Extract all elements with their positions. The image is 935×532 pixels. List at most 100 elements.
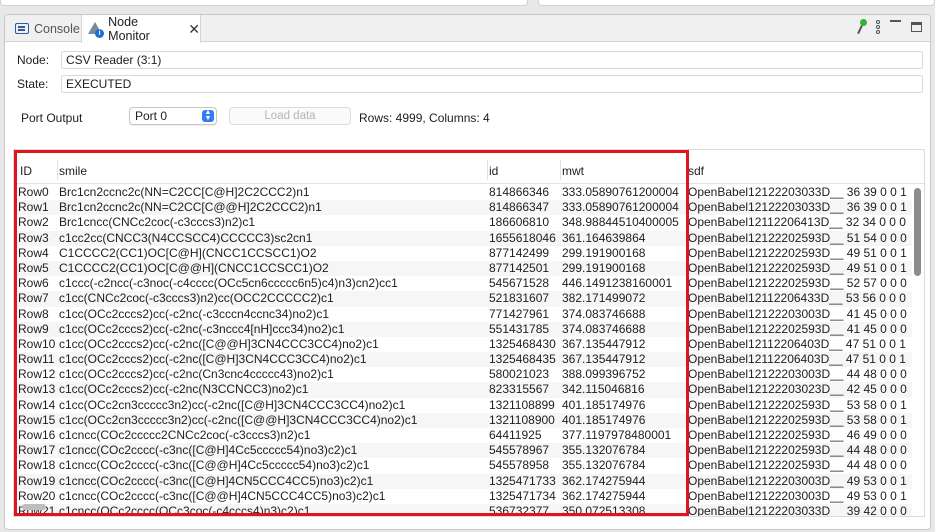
cell-smile: Brc1cn2ccnc2c(NN=C2CC[C@H]2C2CCC2)n1 <box>59 185 310 199</box>
cell-sdf: OpenBabel12112206403D__ 47 51 0 0 1 <box>688 336 906 351</box>
scrollbar-thumb[interactable] <box>914 188 921 276</box>
column-separator[interactable] <box>57 160 58 180</box>
table-row[interactable]: Row3 c1cc2cc(CNCC3(N4CCSCC4)CCCCC3)sc2cn1… <box>14 230 912 246</box>
table-row[interactable]: Row9 c1cc(OCc2cccs2)cc(-c2nc(-c3nccc4[nH]… <box>14 321 912 337</box>
table-row[interactable]: Row4 C1CCCC2(CC1)OC[C@H](CNCC1CCSCC1)O2 87… <box>14 246 912 261</box>
table-row[interactable]: Row5 C1CCCC2(CC1)OC[C@@H](CNCC1CCSCC1)O2 8… <box>14 260 912 277</box>
cell-mwt: 401.185174976 <box>562 397 646 412</box>
cell-row-id: Row13 <box>18 382 56 397</box>
cell-sdf: OpenBabel12122202593D__ 44 48 0 0 0 <box>688 458 907 473</box>
cell-mwt: 348.98844510400005 <box>562 215 679 230</box>
node-field[interactable]: CSV Reader (3:1) <box>61 51 923 69</box>
cell-row-id: Row5 <box>18 260 49 275</box>
load-data-button[interactable]: Load data <box>229 107 351 125</box>
column-header-smile[interactable]: smile <box>59 164 87 178</box>
table-row[interactable]: Row13 c1cc(OCc2cccs2)cc(-c2nc(N3CCNCC3)no… <box>14 382 912 398</box>
cell-mwt: 367.135447912 <box>562 352 646 367</box>
table-row[interactable]: Row18 c1cncc(COc2cccc(-c3nc([C@@H]4Cc5ccc… <box>14 458 912 473</box>
cell-id: 814866347 <box>489 200 550 215</box>
table-row[interactable]: Row10 c1cc(OCc2cccs2)cc(-c2nc([C@@H]3CN4C… <box>14 337 912 352</box>
cell-row-id: Row11 <box>18 352 55 367</box>
cell-id: 186606810 <box>489 215 550 230</box>
cell-sdf: OpenBabel12122202593D__ 51 54 0 0 0 <box>688 230 907 245</box>
vertical-scrollbar[interactable] <box>914 186 922 514</box>
tab-node-monitor[interactable]: i Node Monitor ✕ <box>81 15 201 43</box>
cell-smile: c1cncc(COc2ccccc2CNCc2coc(-c3cccs3)n2)c1 <box>59 428 311 442</box>
data-table[interactable]: ID smile id mwt sdf Row0 Brc1cn2ccnc2c(NN… <box>13 149 925 517</box>
cell-mwt: 401.185174976 <box>562 412 646 427</box>
column-header-mwt[interactable]: mwt <box>562 164 584 178</box>
cell-mwt: 362.174275944 <box>562 488 646 503</box>
close-icon[interactable]: ✕ <box>188 22 200 36</box>
horizontal-scrollbar-thumb[interactable] <box>22 504 46 510</box>
table-row[interactable]: Row19 c1cncc(COc2cccc(-c3nc([C@H]4CN5CCC4… <box>14 473 912 489</box>
state-field[interactable]: EXECUTED <box>61 75 923 93</box>
table-header: ID smile id mwt sdf <box>14 150 924 184</box>
cell-row-id: Row15 <box>18 412 56 427</box>
node-monitor-view: Console i Node Monitor ✕ Node: CSV Reade… <box>4 14 931 530</box>
cell-mwt: 350.072513308 <box>562 503 646 517</box>
node-row: Node: CSV Reader (3:1) <box>17 51 923 69</box>
cell-smile: c1cc(OCc2cccs2)cc(-c2nc(-c3cccn4ccnc34)n… <box>59 306 330 321</box>
maximize-icon[interactable] <box>911 22 922 32</box>
cell-smile: c1cc(CNCc2coc(-c3cccs3)n2)cc(OCC2CCCCC2)… <box>59 291 334 306</box>
port-select[interactable]: Port 0 ▲ ▼ <box>129 107 217 125</box>
cell-sdf: OpenBabel12122202593D__ 49 51 0 0 1 <box>688 245 907 260</box>
column-separator[interactable] <box>686 160 687 180</box>
cell-sdf: OpenBabel12112206403D__ 47 51 0 0 1 <box>688 352 906 367</box>
cell-id: 1655618046 <box>489 230 556 245</box>
table-row[interactable]: Row2 Brc1cncc(CNCc2coc(-c3cccs3)n2)c1 1866… <box>14 215 912 230</box>
column-header-id[interactable]: ID <box>20 164 32 178</box>
column-header-sdf[interactable]: sdf <box>688 164 704 178</box>
table-row[interactable]: Row0 Brc1cn2ccnc2c(NN=C2CC[C@H]2C2CCC2)n1… <box>14 185 912 200</box>
cell-mwt: 299.191900168 <box>562 260 646 275</box>
tab-console[interactable]: Console <box>11 15 81 42</box>
table-row[interactable]: Row6 c1ccc(-c2ncc(-c3noc(-c4cccc(OCc5cn6c… <box>14 276 912 291</box>
cell-id: 545671528 <box>489 276 550 291</box>
cell-sdf: OpenBabel12122203033D__ 36 39 0 0 1 <box>688 185 907 199</box>
state-label: State: <box>17 77 49 91</box>
table-row[interactable]: Row8 c1cc(OCc2cccs2)cc(-c2nc(-c3cccn4ccnc… <box>14 307 912 322</box>
table-row[interactable]: Row15 c1cc(OCc2cn3ccccc3n2)cc(-c2nc([C@@H… <box>14 412 912 428</box>
cell-smile: c1cncc(OCc2cccc(OCc3coc(-c4cccs4)n3)c2)c… <box>59 503 311 517</box>
cell-sdf: OpenBabel12112206413D__ 32 34 0 0 0 <box>688 215 906 230</box>
cell-id: 536732377 <box>489 503 550 517</box>
cell-mwt: 367.135447912 <box>562 336 646 351</box>
cell-id: 814866346 <box>489 185 550 199</box>
cell-row-id: Row20 <box>18 488 56 503</box>
table-body: Row0 Brc1cn2ccnc2c(NN=C2CC[C@H]2C2CCC2)n1… <box>14 185 912 517</box>
cell-row-id: Row14 <box>18 397 56 412</box>
cell-smile: Brc1cn2ccnc2c(NN=C2CC[C@@H]2C2CCC2)n1 <box>59 200 322 215</box>
cell-mwt: 382.171499072 <box>562 291 646 306</box>
view-menu-icon[interactable] <box>876 20 880 34</box>
cell-sdf: OpenBabel12122202593D__ 53 58 0 0 1 <box>688 397 907 412</box>
cell-sdf: OpenBabel12122202593D__ 41 45 0 0 0 <box>688 321 907 336</box>
cell-id: 64411925 <box>489 428 542 442</box>
column-separator[interactable] <box>487 160 488 180</box>
column-header-idnum[interactable]: id <box>489 164 498 178</box>
table-row[interactable]: Row20 c1cncc(COc2cccc(-c3nc([C@@H]4CN5CCC… <box>14 489 912 504</box>
cell-id: 877142501 <box>489 260 550 275</box>
cell-row-id: Row19 <box>18 473 56 488</box>
pin-icon[interactable] <box>856 19 867 35</box>
cell-smile: c1cc(OCc2cccs2)cc(-c2nc(Cn3cnc4ccccc43)n… <box>59 367 334 382</box>
table-row[interactable]: Row7 c1cc(CNCc2coc(-c3cccs3)n2)cc(OCC2CCC… <box>14 291 912 307</box>
port-output-label: Port Output <box>21 111 83 125</box>
table-row[interactable]: Row14 c1cc(OCc2cn3ccccc3n2)cc(-c2nc([C@H]… <box>14 398 912 413</box>
cell-mwt: 377.1197978480001 <box>562 428 672 442</box>
table-row[interactable]: Row12 c1cc(OCc2cccs2)cc(-c2nc(Cn3cnc4cccc… <box>14 367 912 382</box>
cell-sdf: OpenBabel12122203003D__ 44 48 0 0 0 <box>688 367 907 382</box>
cell-id: 551431785 <box>489 321 550 336</box>
minimize-icon[interactable] <box>890 20 901 30</box>
state-row: State: EXECUTED <box>17 75 923 93</box>
top-panels-strip <box>0 0 935 8</box>
table-row[interactable]: Row16 c1cncc(COc2ccccc2CNCc2coc(-c3cccs3)… <box>14 428 912 443</box>
table-row[interactable]: Row17 c1cncc(COc2cccc(-c3nc([C@H]4Cc5cccc… <box>14 443 912 459</box>
table-row[interactable]: Row21 c1cncc(OCc2cccc(OCc3coc(-c4cccs4)n3… <box>14 503 912 517</box>
cell-mwt: 333.05890761200004 <box>562 200 679 215</box>
table-row[interactable]: Row1 Brc1cn2ccnc2c(NN=C2CC[C@@H]2C2CCC2)n… <box>14 200 912 216</box>
column-separator[interactable] <box>560 160 561 180</box>
cell-row-id: Row10 <box>18 336 56 351</box>
cell-smile: c1cncc(COc2cccc(-c3nc([C@@H]4CN5CCC4CC5)… <box>59 488 386 503</box>
table-row[interactable]: Row11 c1cc(OCc2cccs2)cc(-c2nc([C@H]3CN4CC… <box>14 352 912 368</box>
